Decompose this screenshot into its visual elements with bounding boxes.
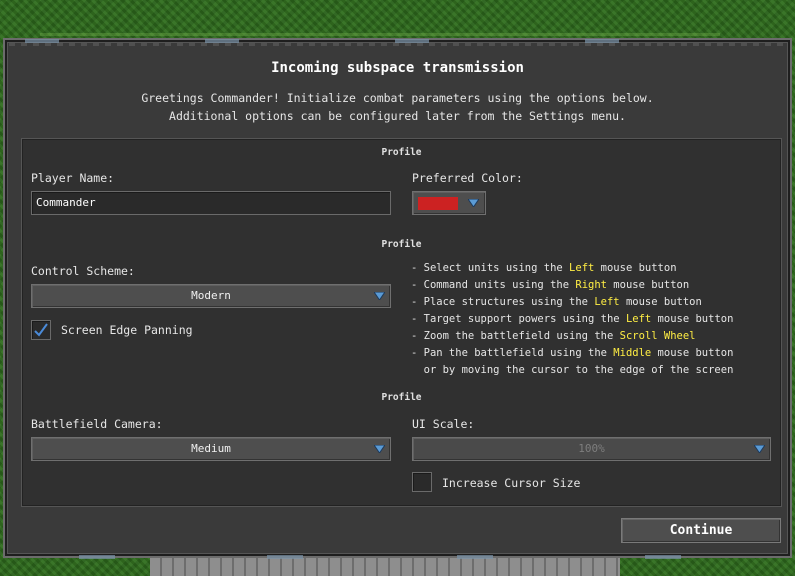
- ui-scale-value: 100%: [578, 442, 605, 455]
- edge-panning-checkbox[interactable]: [31, 320, 51, 340]
- player-name-input[interactable]: Commander: [31, 191, 391, 215]
- camera-dropdown[interactable]: Medium: [31, 437, 391, 461]
- frame-notch: [25, 39, 59, 43]
- control-scheme-label: Control Scheme:: [31, 264, 135, 278]
- hint-line: - Zoom the battlefield using the Scroll …: [411, 330, 696, 342]
- concrete-wall: [150, 558, 620, 576]
- intro-text-secondary: Additional options can be configured lat…: [169, 109, 626, 123]
- dialog-title: Incoming subspace transmission: [271, 60, 524, 76]
- chevron-down-icon: [374, 445, 385, 453]
- section-title-profile: Profile: [381, 147, 422, 158]
- hint-line: - Target support powers using the Left m…: [411, 313, 734, 325]
- frame-notch: [457, 555, 493, 559]
- settings-panel: Profile Player Name: Commander Preferred…: [21, 138, 782, 507]
- section-title-display: Profile: [381, 392, 422, 403]
- ui-scale-dropdown[interactable]: 100%: [412, 437, 771, 461]
- frame-notch: [267, 555, 303, 559]
- cursor-size-label: Increase Cursor Size: [442, 476, 581, 490]
- section-title-controls: Profile: [381, 239, 422, 250]
- edge-panning-label: Screen Edge Panning: [61, 323, 193, 337]
- chevron-down-icon: [754, 445, 765, 453]
- hint-line: - Command units using the Right mouse bu…: [411, 279, 690, 291]
- preferred-color-dropdown[interactable]: [412, 191, 486, 215]
- terrain-ridge: [40, 0, 720, 36]
- ui-scale-label: UI Scale:: [412, 417, 475, 431]
- continue-button[interactable]: Continue: [621, 518, 781, 543]
- camera-value: Medium: [191, 442, 231, 455]
- chevron-down-icon: [468, 199, 479, 207]
- color-swatch: [418, 197, 458, 210]
- hint-line: or by moving the cursor to the edge of t…: [411, 364, 734, 376]
- cursor-size-checkbox[interactable]: [412, 472, 432, 492]
- frame-notch: [645, 555, 681, 559]
- control-scheme-value: Modern: [191, 289, 231, 302]
- player-name-label: Player Name:: [31, 171, 115, 185]
- frame-notch: [79, 555, 115, 559]
- camera-label: Battlefield Camera:: [31, 417, 163, 431]
- checkmark-icon: [34, 323, 48, 337]
- welcome-dialog: Incoming subspace transmission Greetings…: [3, 38, 792, 559]
- frame-notch: [395, 39, 429, 43]
- intro-text: Greetings Commander! Initialize combat p…: [141, 91, 654, 105]
- frame-notch: [585, 39, 619, 43]
- hint-line: - Pan the battlefield using the Middle m…: [411, 347, 734, 359]
- hint-line: - Select units using the Left mouse butt…: [411, 262, 677, 274]
- control-scheme-dropdown[interactable]: Modern: [31, 284, 391, 308]
- preferred-color-label: Preferred Color:: [412, 171, 523, 185]
- frame-notch: [205, 39, 239, 43]
- hint-line: - Place structures using the Left mouse …: [411, 296, 702, 308]
- chevron-down-icon: [374, 292, 385, 300]
